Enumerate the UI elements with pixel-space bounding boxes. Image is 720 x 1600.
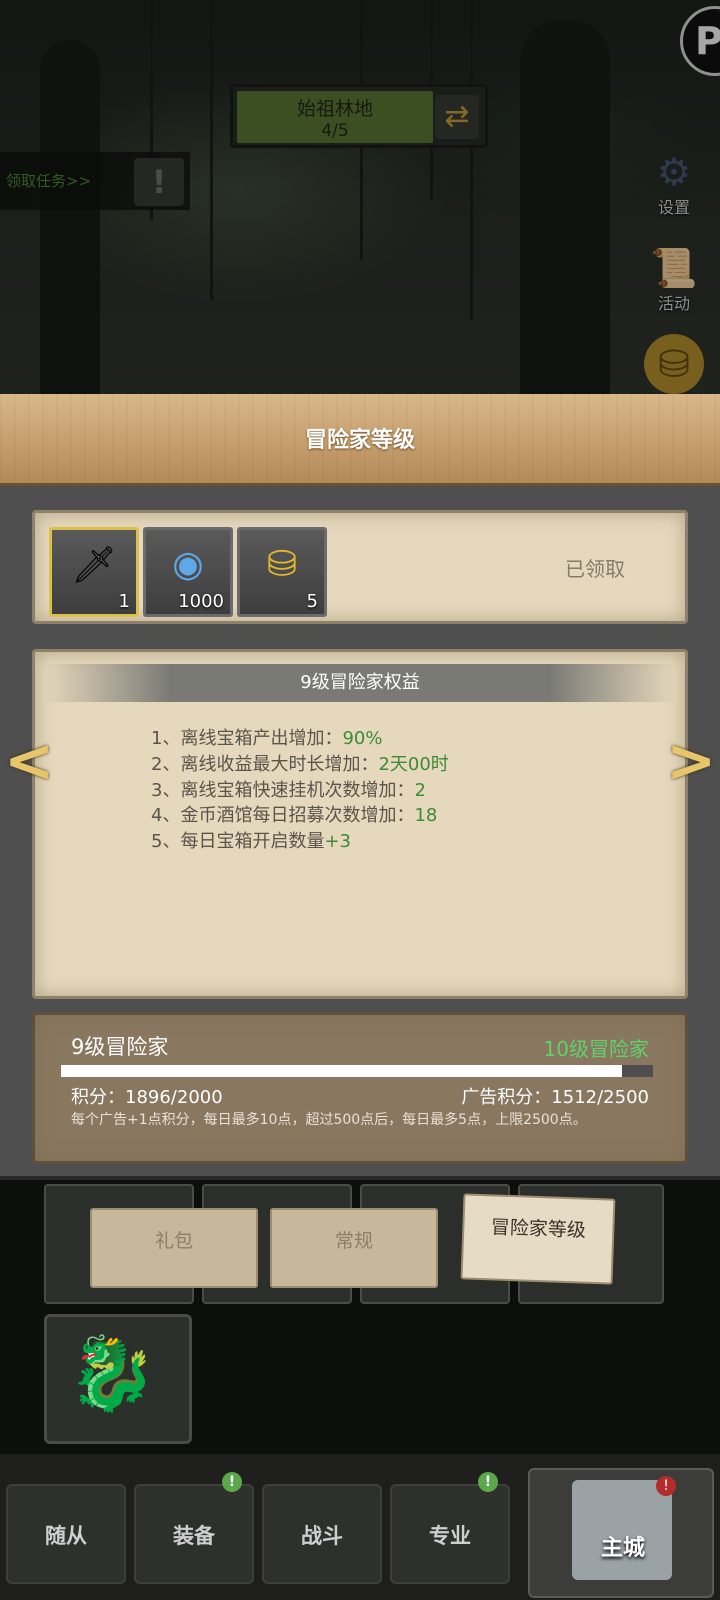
benefit-item: 5、每日宝箱开启数量+3 xyxy=(151,831,351,853)
tab-regular[interactable]: 常规 xyxy=(270,1208,438,1288)
ad-score-text: 广告积分：1512/2500 xyxy=(461,1087,649,1108)
nav-battle[interactable]: 战斗 xyxy=(262,1484,382,1584)
reward-slot[interactable]: ◉ 1000 xyxy=(143,527,233,617)
benefit-item: 1、离线宝箱产出增加：90% xyxy=(151,728,383,749)
next-level-arrow-icon[interactable]: > xyxy=(666,731,716,791)
benefit-item: 4、金币酒馆每日招募次数增加：18 xyxy=(151,805,438,827)
gold-coin-icon: ⛁ xyxy=(266,544,298,585)
notification-badge: ! xyxy=(222,1472,242,1492)
nav-followers[interactable]: 随从 xyxy=(6,1484,126,1584)
nav-profession[interactable]: 专业 ! xyxy=(390,1472,510,1584)
dialog-tabs: 礼包 常规 冒险家等级 xyxy=(44,1188,664,1308)
benefits-list: 1、离线宝箱产出增加：90% 2、离线收益最大时长增加：2天00时 3、离线宝箱… xyxy=(151,726,449,855)
dialog-title: 冒险家等级 xyxy=(304,428,415,453)
notification-badge: ! xyxy=(656,1476,676,1496)
level-progress-card: 9级冒险家 10级冒险家 积分：1896/2000 广告积分：1512/2500… xyxy=(32,1012,688,1164)
nav-main-city-label: 主城 xyxy=(600,1536,645,1561)
notification-badge: ! xyxy=(478,1472,498,1492)
reward-status: 已领取 xyxy=(565,557,625,581)
previous-level-arrow-icon[interactable]: < xyxy=(4,731,54,791)
benefits-card: 9级冒险家权益 1、离线宝箱产出增加：90% 2、离线收益最大时长增加：2天00… xyxy=(32,649,688,999)
level-progress-bar xyxy=(61,1065,653,1077)
reward-count: 1 xyxy=(118,591,130,612)
benefit-item: 3、离线宝箱快速挂机次数增加：2 xyxy=(151,779,426,801)
game-screen: 始祖林地 4/5 ⇄ 领取任务>> ! P ⚙ 设置 📜 活动 ⛁ 冒险家等级 … xyxy=(0,0,720,1600)
dagger-icon: 🗡 xyxy=(71,545,117,586)
benefits-title: 9级冒险家权益 xyxy=(45,664,675,702)
level-progress-fill xyxy=(61,1065,623,1077)
hero-card[interactable]: 🐉 xyxy=(44,1314,192,1444)
score-text: 积分：1896/2000 xyxy=(71,1087,223,1108)
bottom-navigation: 随从 装备 ! 战斗 专业 ! 主城 ! xyxy=(0,1454,720,1600)
adventurer-level-dialog: 冒险家等级 🗡 1 ◉ 1000 ⛁ 5 已领取 9级冒险家权益 1、离线宝箱产… xyxy=(0,394,720,1180)
current-level: 9级冒险家 xyxy=(71,1035,169,1059)
reward-slot[interactable]: ⛁ 5 xyxy=(237,527,327,617)
reward-count: 5 xyxy=(306,591,318,612)
next-level: 10级冒险家 xyxy=(543,1037,649,1061)
reward-slot[interactable]: 🗡 1 xyxy=(49,527,139,617)
reward-card: 🗡 1 ◉ 1000 ⛁ 5 已领取 xyxy=(32,510,688,624)
benefit-item: 2、离线收益最大时长增加：2天00时 xyxy=(151,753,449,775)
score-note: 每个广告+1点积分，每日最多10点，超过500点后，每日最多5点，上限2500点… xyxy=(71,1112,587,1128)
nav-equipment[interactable]: 装备 ! xyxy=(134,1472,254,1584)
gem-ring-icon: ◉ xyxy=(172,544,204,585)
dragon-hero-icon: 🐉 xyxy=(67,1331,157,1415)
reward-count: 1000 xyxy=(178,591,224,612)
tab-gift-pack[interactable]: 礼包 xyxy=(90,1208,258,1288)
nav-main-city[interactable]: 主城 ! xyxy=(528,1468,714,1598)
tab-adventurer-level[interactable]: 冒险家等级 xyxy=(460,1193,616,1285)
dialog-header: 冒险家等级 xyxy=(0,394,720,486)
